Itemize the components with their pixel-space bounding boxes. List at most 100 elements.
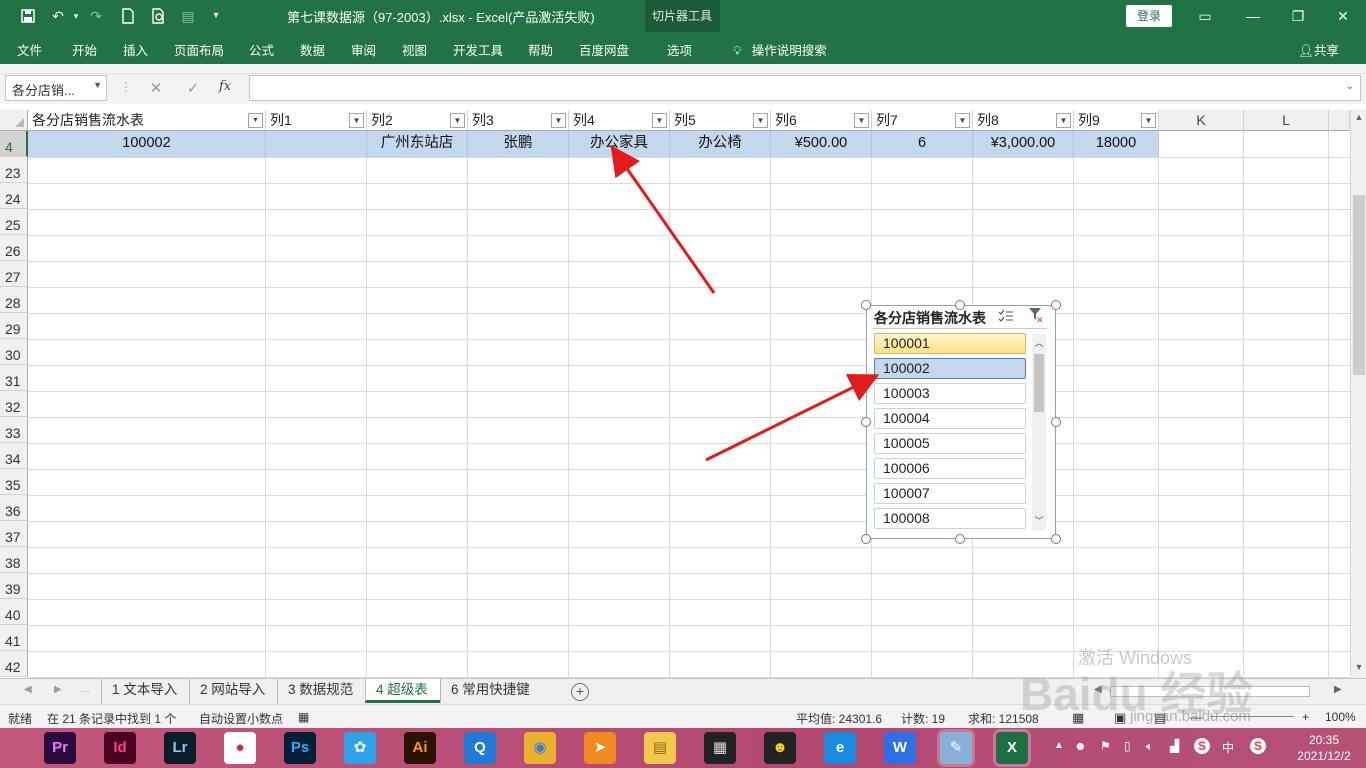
slicer-scroll-thumb[interactable] (1034, 354, 1044, 412)
tab-page-layout[interactable]: 页面布局 (174, 40, 224, 59)
row-header[interactable]: 28 (0, 287, 28, 313)
flag-icon[interactable]: ⚑ (1100, 739, 1111, 753)
tab-developer[interactable]: 开发工具 (453, 40, 503, 59)
row-header[interactable]: 29 (0, 313, 28, 339)
row-header[interactable]: 24 (0, 183, 28, 209)
tab-file[interactable]: 文件 (17, 40, 42, 59)
save-icon[interactable] (18, 6, 38, 26)
row-header[interactable]: 42 (0, 651, 28, 677)
form-icon[interactable]: ▤ (178, 6, 198, 26)
filter-dropdown-icon[interactable]: ▼ (652, 113, 667, 128)
ie-icon[interactable]: e (824, 732, 856, 764)
indesign-icon[interactable]: Id (104, 732, 136, 764)
browser-q-icon[interactable]: Q (464, 732, 496, 764)
excel-icon[interactable]: X (996, 732, 1028, 764)
filter-dropdown-icon[interactable]: ▼ (955, 113, 970, 128)
slicer-item[interactable]: 100004 (874, 408, 1026, 429)
player-icon[interactable]: ➤ (584, 732, 616, 764)
filter-dropdown-icon[interactable]: ▼ (450, 113, 465, 128)
row-header[interactable]: 36 (0, 495, 28, 521)
multi-select-icon[interactable] (998, 309, 1014, 326)
redo-icon[interactable]: ↷ (86, 6, 106, 26)
column-header[interactable]: 列1 ▼ (266, 110, 367, 131)
lightroom-icon[interactable]: Lr (164, 732, 196, 764)
restore-icon[interactable]: ❐ (1283, 4, 1313, 28)
column-header[interactable]: 列3 ▼ (468, 110, 569, 131)
filter-dropdown-icon[interactable]: ▼ (551, 113, 566, 128)
row-header[interactable]: 26 (0, 235, 28, 261)
slicer-item[interactable]: 100008 (874, 508, 1026, 529)
chrome-icon[interactable]: ◉ (524, 732, 556, 764)
macro-record-icon[interactable]: ▦ (298, 710, 309, 724)
resize-handle[interactable] (1051, 300, 1061, 310)
share-button[interactable]: 👤︎共享 (1298, 40, 1339, 59)
tell-me-search[interactable]: 💡︎ 操作说明搜索 (733, 40, 827, 59)
formula-input[interactable]: ⌄ (249, 75, 1361, 101)
premiere-icon[interactable]: Pr (44, 732, 76, 764)
prev-sheet-icon[interactable]: ◀ (24, 684, 32, 695)
qq-icon[interactable]: ☻ (764, 732, 796, 764)
illustrator-icon[interactable]: Ai (404, 732, 436, 764)
vertical-scrollbar[interactable]: ▲ ▼ (1350, 110, 1366, 678)
row-header[interactable]: 34 (0, 443, 28, 469)
column-header[interactable]: 列6 ▼ (771, 110, 872, 131)
scroll-down-icon[interactable]: ▼ (1353, 662, 1365, 676)
photoshop-icon[interactable]: Ps (284, 732, 316, 764)
column-header[interactable]: K (1159, 110, 1244, 131)
row-header[interactable]: 4 (0, 131, 28, 157)
row-header[interactable]: 25 (0, 209, 28, 235)
tab-data[interactable]: 数据 (300, 40, 325, 59)
select-all-corner[interactable] (0, 110, 28, 131)
resize-handle[interactable] (861, 417, 871, 427)
slicer-item[interactable]: 100003 (874, 383, 1026, 404)
next-sheet-icon[interactable]: ▶ (54, 684, 62, 695)
row-header[interactable]: 41 (0, 625, 28, 651)
slicer-item[interactable]: 100007 (874, 483, 1026, 504)
video-editor-icon[interactable]: ▦ (704, 732, 736, 764)
notes-icon[interactable]: ✎ (940, 732, 972, 764)
file-explorer-icon[interactable]: ▤ (644, 732, 676, 764)
record-app-icon[interactable]: ● (224, 732, 256, 764)
sheet-tab[interactable]: 6 常用快捷键 (440, 679, 540, 703)
ime-mode[interactable]: 中 (1222, 739, 1234, 756)
battery-icon[interactable]: ▯ (1124, 739, 1131, 753)
table-cell[interactable]: ¥500.00 (771, 131, 872, 157)
filter-dropdown-icon[interactable]: ▼ (854, 113, 869, 128)
show-hidden-icons[interactable]: ▲ (1054, 740, 1064, 751)
table-cell[interactable]: 100002 (28, 131, 266, 157)
slicer[interactable]: 各分店销售流水表 ✕ 100001 100002 100003 100004 10000… (866, 305, 1056, 539)
row-header[interactable]: 27 (0, 261, 28, 287)
chevron-down-icon[interactable]: ▼ (93, 80, 102, 90)
column-header[interactable] (1329, 110, 1350, 131)
chevron-down-icon[interactable]: ﹀ (1032, 514, 1046, 527)
tab-view[interactable]: 视图 (402, 40, 427, 59)
minimize-icon[interactable]: — (1238, 4, 1268, 28)
tab-options[interactable]: 选项 (667, 40, 692, 59)
row-header[interactable]: 35 (0, 469, 28, 495)
insert-function-icon[interactable]: fx (219, 79, 231, 94)
table-cell[interactable]: 18000 (1074, 131, 1159, 157)
clock[interactable]: 20:35 2021/12/2 (1295, 732, 1353, 764)
sheet-tab[interactable]: 1 文本导入 (101, 679, 189, 703)
chevron-up-icon[interactable]: ︿ (1032, 336, 1046, 349)
column-header[interactable]: 列8 ▼ (973, 110, 1074, 131)
row-header[interactable]: 31 (0, 365, 28, 391)
undo-dropdown-icon[interactable]: ▾ (66, 6, 86, 26)
table-cell[interactable]: 广州东站店 (367, 131, 468, 157)
print-preview-icon[interactable] (149, 6, 169, 26)
resize-handle[interactable] (861, 534, 871, 544)
scroll-up-icon[interactable]: ▲ (1353, 112, 1365, 126)
row-header[interactable]: 37 (0, 521, 28, 547)
qq-tray-icon[interactable]: ☻ (1074, 739, 1087, 753)
column-header[interactable]: L (1244, 110, 1329, 131)
tab-formulas[interactable]: 公式 (249, 40, 274, 59)
column-header[interactable]: 列2 ▼ (367, 110, 468, 131)
table-cell[interactable] (266, 131, 367, 157)
slicer-item[interactable]: 100001 (874, 333, 1026, 354)
slicer-item[interactable]: 100005 (874, 433, 1026, 454)
sheet-tab[interactable]: 2 网站导入 (189, 679, 277, 703)
tab-baidu-netdisk[interactable]: 百度网盘 (579, 40, 629, 59)
filter-dropdown-icon[interactable]: ▼ (349, 113, 364, 128)
tab-help[interactable]: 帮助 (528, 40, 553, 59)
sogou-icon[interactable]: S (1250, 738, 1266, 754)
